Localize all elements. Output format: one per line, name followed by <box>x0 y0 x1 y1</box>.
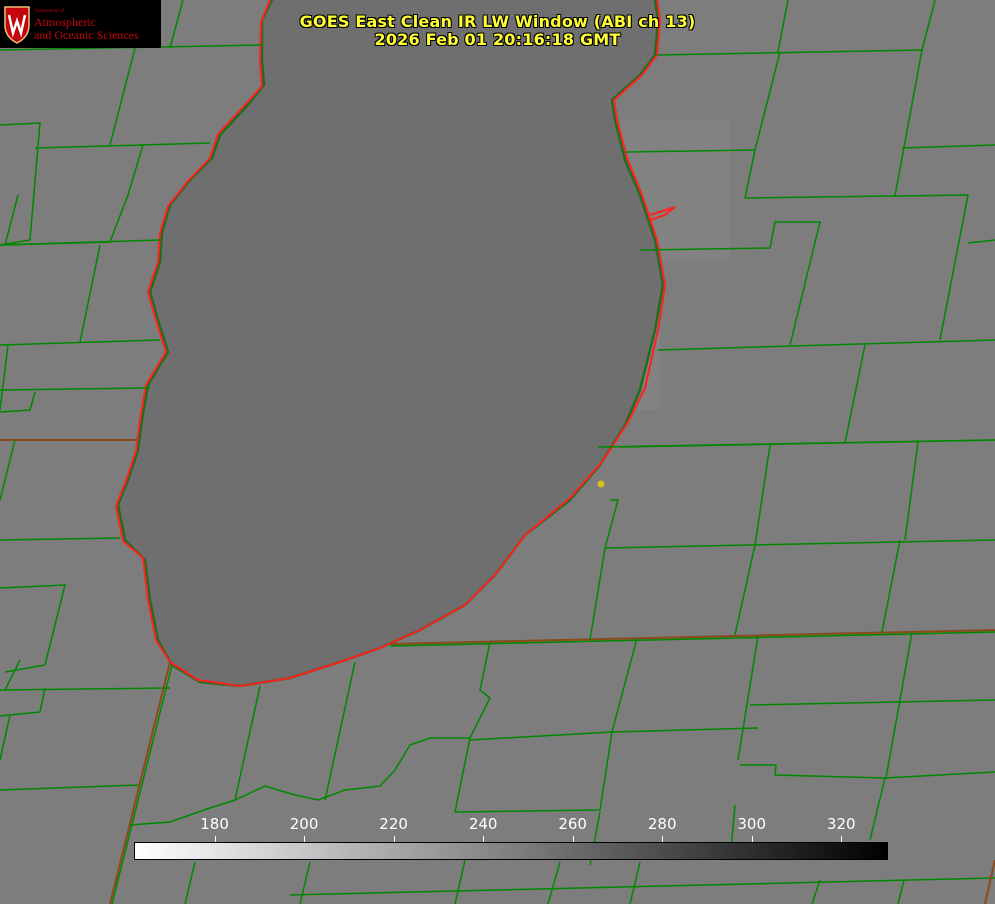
satellite-image-view: Department of Atmospheric and Oceanic Sc… <box>0 0 995 904</box>
colorbar <box>134 842 888 860</box>
image-title: GOES East Clean IR LW Window (ABI ch 13) <box>299 12 696 31</box>
image-timestamp: 2026 Feb 01 20:16:18 GMT <box>374 30 621 49</box>
map-canvas <box>0 0 995 904</box>
location-marker <box>597 480 605 488</box>
lake-texture <box>360 120 560 420</box>
